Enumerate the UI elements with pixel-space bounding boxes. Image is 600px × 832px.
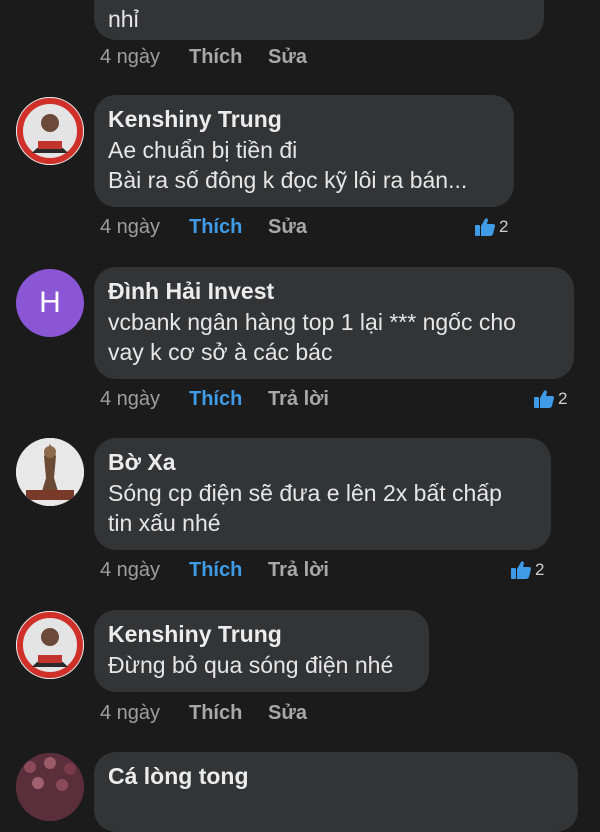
like-button[interactable]: Thích [189,43,242,71]
comment-time: 4 ngày [100,216,161,238]
comment-bubble: Đình Hải Invest vcbank ngân hàng top 1 l… [94,267,574,379]
edit-button[interactable]: Sửa [268,699,307,727]
reaction-count[interactable]: 2 [510,556,544,584]
avatar-letter: H [39,286,61,319]
comment-author[interactable]: Kenshiny Trung [108,620,413,648]
comment-text: vcbank ngân hàng top 1 lại *** ngốc cho … [108,309,516,365]
reaction-number: 2 [535,560,545,579]
like-button[interactable]: Thích [189,556,242,584]
reaction-count[interactable]: 2 [533,385,567,413]
profile-photo-icon [16,97,84,165]
comment-bubble: Bờ Xa Sóng cp điện sẽ đưa e lên 2x bất c… [94,438,551,550]
profile-photo-icon [16,438,84,506]
comment-text: Sóng cp điện sẽ đưa e lên 2x bất chấp ti… [108,480,502,536]
reaction-count[interactable]: 2 [474,213,508,241]
comment-bubble: Cá lòng tong [94,752,578,832]
reaction-number: 2 [558,389,568,408]
like-button[interactable]: Thích [189,213,242,241]
avatar[interactable] [16,753,84,821]
comment-author[interactable]: Bờ Xa [108,448,535,476]
profile-photo-icon [16,611,84,679]
comment-time: 4 ngày [100,388,161,410]
avatar[interactable] [16,438,84,506]
profile-photo-icon [16,753,84,821]
avatar[interactable]: H [16,269,84,337]
avatar[interactable] [16,97,84,165]
thumbs-up-icon [475,218,495,236]
edit-button[interactable]: Sửa [268,43,307,71]
comment-bubble: nhỉ [94,0,544,40]
like-button[interactable]: Thích [189,699,242,727]
comment-time: 4 ngày [100,559,161,581]
comment-text: Ae chuẩn bị tiền đi Bài ra số đông k đọc… [108,137,468,193]
comment-text: Đừng bỏ qua sóng điện nhé [108,652,394,678]
comment-bubble: Kenshiny Trung Ae chuẩn bị tiền đi Bài r… [94,95,514,207]
comment-text: nhỉ [108,6,139,32]
edit-button[interactable]: Sửa [268,213,307,241]
comment-time: 4 ngày [100,46,161,68]
reaction-number: 2 [499,217,509,236]
comment-author[interactable]: Kenshiny Trung [108,105,498,133]
reply-button[interactable]: Trả lời [268,385,329,413]
thumbs-up-icon [511,561,531,579]
avatar[interactable] [16,611,84,679]
reply-button[interactable]: Trả lời [268,556,329,584]
comment-bubble: Kenshiny Trung Đừng bỏ qua sóng điện nhé [94,610,429,692]
comment-author[interactable]: Cá lòng tong [108,762,562,790]
comment-author[interactable]: Đình Hải Invest [108,277,558,305]
thumbs-up-icon [534,390,554,408]
comment-time: 4 ngày [100,702,161,724]
like-button[interactable]: Thích [189,385,242,413]
